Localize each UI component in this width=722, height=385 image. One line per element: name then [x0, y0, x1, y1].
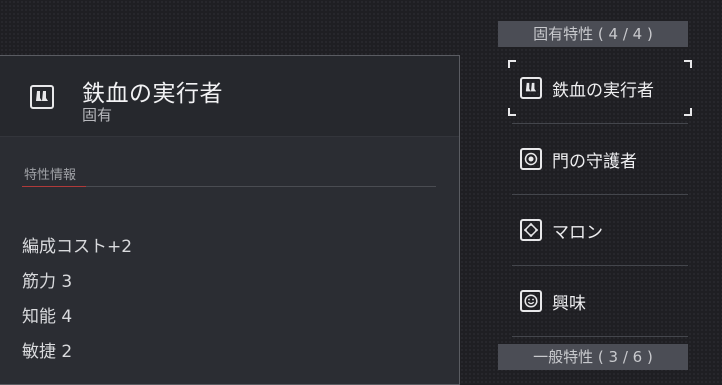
- trait-title: 鉄血の実行者: [82, 81, 223, 107]
- trait-item-label: マロン: [552, 222, 603, 243]
- trait-item-label: 門の守護者: [552, 151, 637, 172]
- trait-subtitle: 固有: [82, 106, 113, 124]
- diamond-nodes-icon: [520, 219, 542, 241]
- inherent-traits-header: 固有特性 ( 4 / 4 ): [498, 21, 688, 47]
- stat-strength: 筋力 3: [22, 272, 73, 292]
- trait-item-label: 興味: [552, 293, 586, 314]
- stat-intelligence: 知能 4: [22, 307, 73, 327]
- smiley-icon: [520, 290, 542, 312]
- trait-item-label: 鉄血の実行者: [552, 80, 654, 101]
- stat-cost: 編成コスト+2: [22, 237, 133, 257]
- trait-item-maron[interactable]: マロン: [512, 195, 688, 266]
- trait-detail-panel: 鉄血の実行者 固有 特性情報 編成コスト+2 筋力 3 知能 4 敏捷 2: [0, 55, 460, 385]
- stat-agility: 敏捷 2: [22, 342, 73, 362]
- boots-icon: [520, 77, 542, 99]
- boots-icon: [30, 85, 54, 109]
- trait-item-gate-guardian[interactable]: 門の守護者: [512, 124, 688, 195]
- section-label: 特性情報: [24, 168, 77, 183]
- shield-badge-icon: [520, 148, 542, 170]
- general-traits-header: 一般特性 ( 3 / 6 ): [498, 344, 688, 370]
- trait-detail-header: 鉄血の実行者 固有: [0, 56, 459, 137]
- section-divider: [22, 186, 436, 187]
- trait-item-interest[interactable]: 興味: [512, 266, 688, 337]
- trait-item-iron-blood[interactable]: 鉄血の実行者: [512, 53, 688, 124]
- trait-stats: 編成コスト+2 筋力 3 知能 4 敏捷 2: [22, 236, 132, 376]
